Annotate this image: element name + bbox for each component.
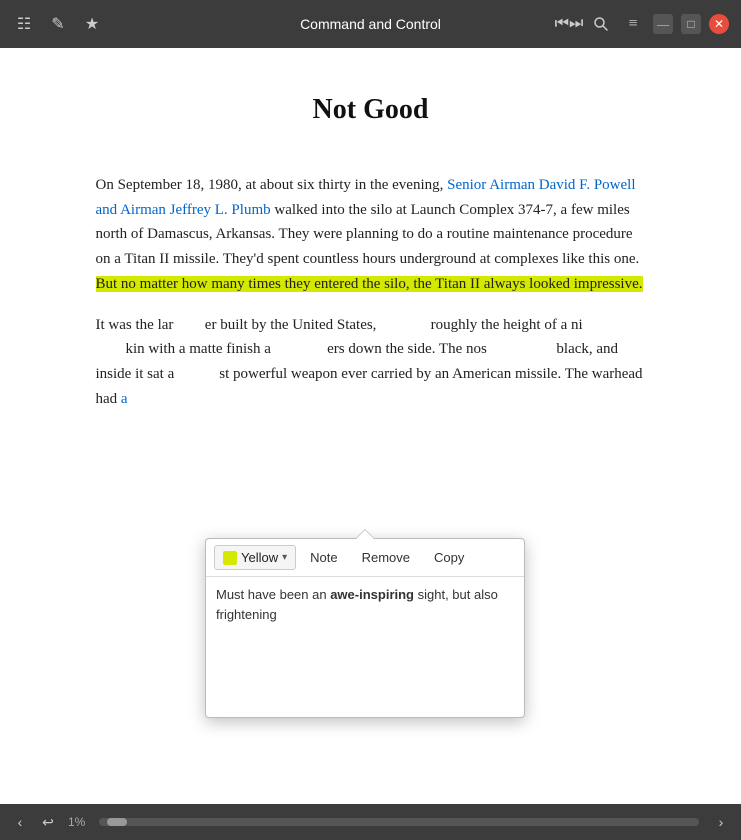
page-content: Not Good On September 18, 1980, at about…: [76, 48, 666, 448]
bookmark-icon[interactable]: ★: [80, 12, 104, 36]
prev-page-button[interactable]: ‹: [8, 810, 32, 834]
para2-height: roughly the height of a ni: [427, 317, 583, 333]
remove-button[interactable]: Remove: [352, 545, 420, 570]
color-label: Yellow: [241, 550, 278, 565]
annotation-toolbar: Yellow ▾ Note Remove Copy: [206, 539, 524, 577]
titlebar-left: ☷ ✎ ★: [12, 12, 104, 36]
page-percent: 1%: [68, 815, 85, 829]
back-button[interactable]: ↩: [36, 810, 60, 834]
color-selector[interactable]: Yellow ▾: [214, 545, 296, 570]
color-swatch: [223, 551, 237, 565]
audio-icon[interactable]: ⏮⏭: [557, 12, 581, 36]
copy-button[interactable]: Copy: [424, 545, 474, 570]
scrollbar-thumb[interactable]: [107, 818, 127, 826]
close-button[interactable]: ✕: [709, 14, 729, 34]
window-title: Command and Control: [300, 16, 441, 32]
para1-start: On September 18, 1980, at about six thir…: [96, 177, 448, 193]
para2-link[interactable]: a: [121, 391, 128, 407]
next-page-button[interactable]: ›: [709, 810, 733, 834]
annotation-popup: Yellow ▾ Note Remove Copy Must have been…: [205, 538, 525, 718]
scrollbar-track[interactable]: [99, 818, 699, 826]
annotation-arrow: [355, 529, 375, 539]
para1-highlighted: But no matter how many times they entere…: [96, 276, 643, 292]
content-area: Not Good On September 18, 1980, at about…: [0, 48, 741, 804]
chapter-title: Not Good: [96, 88, 646, 133]
maximize-button[interactable]: □: [681, 14, 701, 34]
annotation-note-text: Must have been an awe-inspiring sight, b…: [216, 585, 514, 624]
menu-icon[interactable]: ☷: [12, 12, 36, 36]
titlebar: ☷ ✎ ★ Command and Control ⏮⏭ ≡ — □ ✕: [0, 0, 741, 48]
note-bold-word: awe-inspiring: [330, 587, 414, 602]
edit-icon[interactable]: ✎: [46, 12, 70, 36]
settings-icon[interactable]: ≡: [621, 12, 645, 36]
para2-built: er built by the United States,: [205, 317, 377, 333]
para2-start: It was the lar: [96, 317, 174, 333]
paragraph-2: It was the larggester built by the Unite…: [96, 313, 646, 412]
titlebar-right: ⏮⏭ ≡ — □ ✕: [557, 12, 729, 36]
paragraph-1: On September 18, 1980, at about six thir…: [96, 173, 646, 297]
note-button[interactable]: Note: [300, 545, 347, 570]
dropdown-arrow-icon: ▾: [282, 552, 287, 563]
annotation-note-area[interactable]: Must have been an awe-inspiring sight, b…: [206, 577, 524, 717]
para2-skin: kin with a matte finish a: [126, 341, 271, 357]
search-icon[interactable]: [589, 12, 613, 36]
bottom-bar: ‹ ↩ 1% ›: [0, 804, 741, 840]
para2-powerful: st powerful weapon ever carried by an Am…: [96, 366, 643, 407]
para2-numbers: ers down the side. The nos: [327, 341, 487, 357]
minimize-button[interactable]: —: [653, 14, 673, 34]
